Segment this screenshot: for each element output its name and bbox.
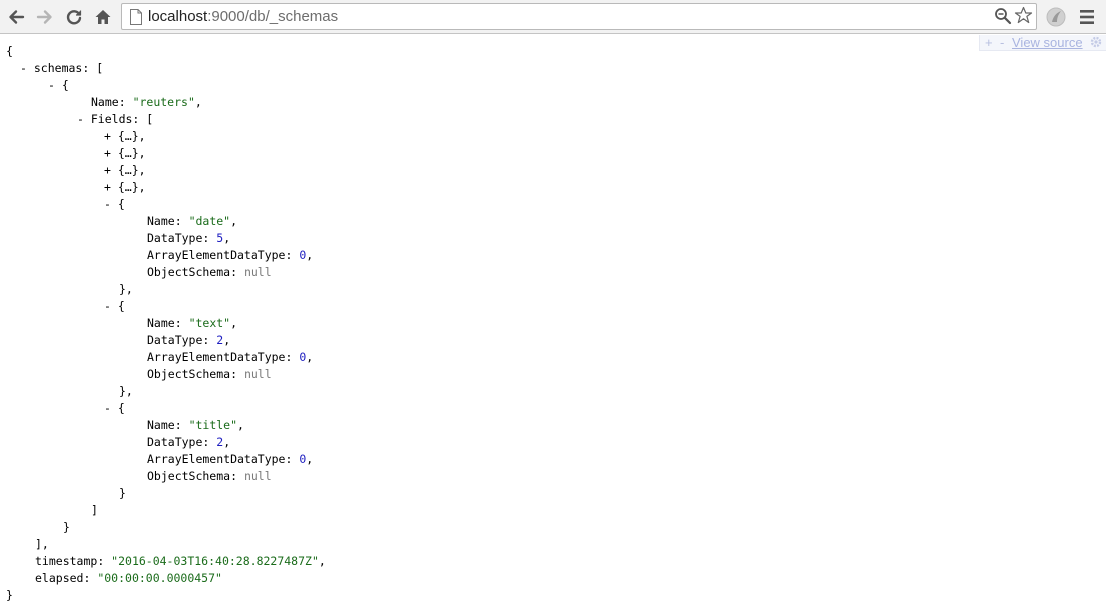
home-icon xyxy=(94,8,112,26)
schema-collapse-toggle[interactable]: - xyxy=(48,78,55,92)
json-key: DataType xyxy=(147,435,203,449)
json-key: Name xyxy=(147,214,175,228)
browser-toolbar: localhost:9000/db/_schemas xyxy=(0,0,1106,34)
page-icon xyxy=(129,9,143,25)
json-key: ArrayElementDataType xyxy=(147,452,286,466)
json-line: ObjectSchema: null xyxy=(147,367,272,381)
json-line: } xyxy=(6,587,13,604)
url-path: :9000/db/_schemas xyxy=(207,8,339,25)
back-arrow-icon xyxy=(7,8,25,26)
fields-collapse-toggle[interactable]: - xyxy=(77,112,84,126)
field-collapse-toggle[interactable]: - xyxy=(104,299,111,313)
json-string-value: "title" xyxy=(188,418,238,432)
json-line: ObjectSchema: null xyxy=(147,469,272,483)
json-line: } xyxy=(63,519,70,536)
json-key: ObjectSchema xyxy=(147,265,231,279)
json-line: ArrayElementDataType: 0, xyxy=(147,350,314,364)
json-line: + {…}, xyxy=(104,179,146,196)
json-line: + {…}, xyxy=(104,162,146,179)
json-key: ArrayElementDataType xyxy=(147,350,286,364)
json-null-value: null xyxy=(243,469,272,483)
collapsed-object[interactable]: {…}, xyxy=(118,146,146,160)
forward-arrow-icon xyxy=(36,8,54,26)
json-line: ArrayElementDataType: 0, xyxy=(147,248,314,262)
reload-icon xyxy=(65,8,83,26)
json-line: DataType: 2, xyxy=(147,435,231,449)
json-null-value: null xyxy=(243,265,272,279)
json-string-value: "text" xyxy=(188,316,231,330)
json-key: elapsed xyxy=(35,571,84,585)
json-line: } xyxy=(119,486,126,500)
json-key: ArrayElementDataType xyxy=(147,248,286,262)
json-line: - { xyxy=(104,197,125,211)
fields-close-bracket: ] xyxy=(91,503,98,517)
json-line: - { xyxy=(104,401,125,415)
field-expand-toggle[interactable]: + xyxy=(104,163,111,177)
json-line: - { xyxy=(48,78,69,92)
bookmark-star-icon[interactable] xyxy=(1014,6,1033,25)
json-line: ] xyxy=(91,502,98,519)
json-key: DataType xyxy=(147,231,203,245)
json-line: elapsed: "00:00:00.0000457" xyxy=(35,571,222,585)
json-line: Name: "date", xyxy=(147,214,238,228)
home-button[interactable] xyxy=(91,5,115,29)
root-open-brace: { xyxy=(6,44,13,58)
schemas-collapse-toggle[interactable]: - xyxy=(20,61,27,75)
field-expand-toggle[interactable]: + xyxy=(104,180,111,194)
json-line: }, xyxy=(119,384,133,398)
root-close-brace: } xyxy=(6,588,13,602)
json-line: { xyxy=(6,43,13,60)
json-line: - Fields: [ xyxy=(77,112,154,126)
schema-close-brace: } xyxy=(63,520,70,534)
json-key: schemas xyxy=(33,61,83,75)
json-line: Name: "text", xyxy=(147,316,238,330)
extension-icon[interactable] xyxy=(1044,5,1068,29)
json-line: DataType: 5, xyxy=(147,231,231,245)
json-string-value: "2016-04-03T16:40:28.8227487Z" xyxy=(111,554,319,568)
json-line: ObjectSchema: null xyxy=(147,265,272,279)
json-key: Name xyxy=(91,95,119,109)
collapsed-object[interactable]: {…}, xyxy=(118,180,146,194)
json-line: timestamp: "2016-04-03T16:40:28.8227487Z… xyxy=(35,554,326,568)
field-expand-toggle[interactable]: + xyxy=(104,146,111,160)
json-key: ObjectSchema xyxy=(147,367,231,381)
zoom-icon[interactable] xyxy=(994,7,1012,25)
json-key: DataType xyxy=(147,333,203,347)
json-line: + {…}, xyxy=(104,128,146,145)
schemas-close-bracket: ], xyxy=(35,537,49,551)
json-line: + {…}, xyxy=(104,145,146,162)
json-string-value: "reuters" xyxy=(132,95,195,109)
field-collapse-toggle[interactable]: - xyxy=(104,197,111,211)
json-line: Name: "reuters", xyxy=(91,95,202,109)
json-line: }, xyxy=(119,282,133,296)
json-key: ObjectSchema xyxy=(147,469,231,483)
json-line: DataType: 2, xyxy=(147,333,231,347)
json-line: ], xyxy=(35,536,49,553)
json-key: Name xyxy=(147,316,175,330)
collapsed-object[interactable]: {…}, xyxy=(118,163,146,177)
json-string-value: "date" xyxy=(188,214,231,228)
json-null-value: null xyxy=(243,367,272,381)
json-line: - schemas: [ xyxy=(20,61,104,75)
url-text[interactable]: localhost:9000/db/_schemas xyxy=(148,7,338,26)
field-collapse-toggle[interactable]: - xyxy=(104,401,111,415)
json-key: Name xyxy=(147,418,175,432)
json-line: - { xyxy=(104,299,125,313)
hamburger-menu-icon[interactable] xyxy=(1078,7,1096,27)
json-string-value: "00:00:00.0000457" xyxy=(97,571,222,585)
forward-button[interactable] xyxy=(33,5,57,29)
address-bar[interactable]: localhost:9000/db/_schemas xyxy=(121,3,1037,30)
json-line: ArrayElementDataType: 0, xyxy=(147,452,314,466)
reload-button[interactable] xyxy=(62,5,86,29)
field-expand-toggle[interactable]: + xyxy=(104,129,111,143)
json-view: { - schemas: [ - { Name: "reuters", - Fi… xyxy=(0,34,1106,602)
json-key: timestamp xyxy=(35,554,98,568)
json-line: Name: "title", xyxy=(147,418,244,432)
schemas-open-bracket: [ xyxy=(96,61,104,75)
back-button[interactable] xyxy=(4,5,28,29)
url-host: localhost xyxy=(148,8,208,25)
collapsed-object[interactable]: {…}, xyxy=(118,129,146,143)
json-key: Fields xyxy=(90,112,133,126)
